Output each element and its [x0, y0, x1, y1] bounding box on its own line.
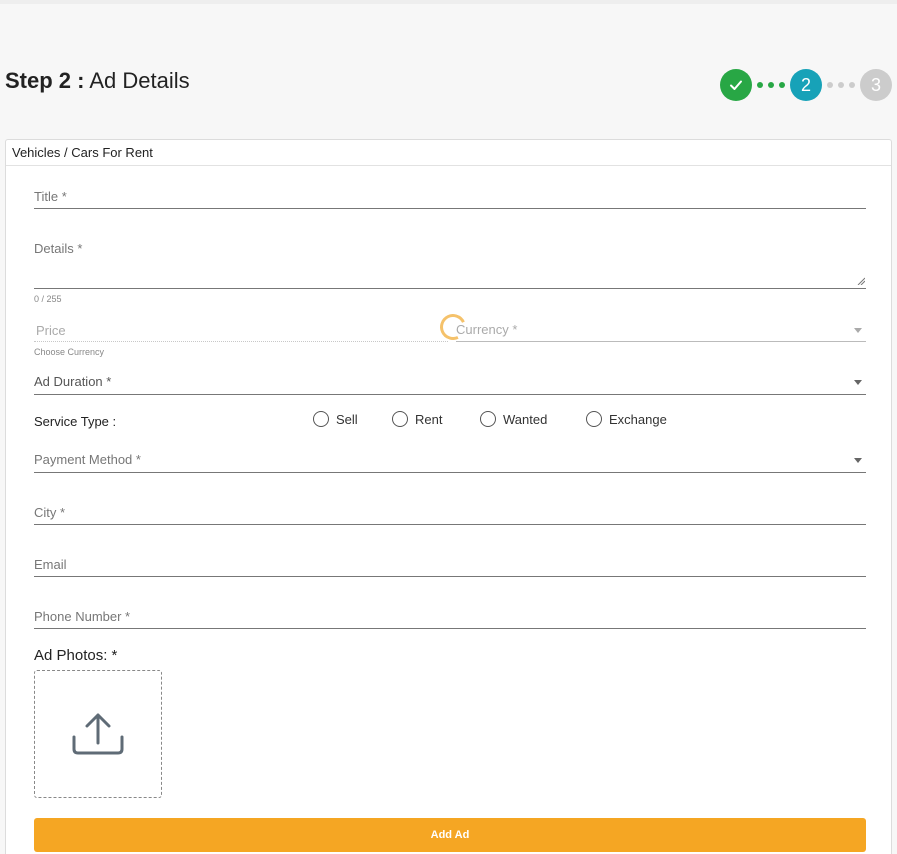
- connector-dot: [768, 82, 774, 88]
- chevron-down-icon: [854, 458, 862, 463]
- connector-dot: [779, 82, 785, 88]
- city-label: City *: [34, 505, 66, 520]
- radio-sell-label: Sell: [336, 411, 358, 427]
- step-2-active[interactable]: 2: [790, 69, 822, 101]
- title-field[interactable]: Title *: [34, 188, 866, 209]
- photo-upload-dropzone[interactable]: [34, 670, 162, 798]
- email-label: Email: [34, 557, 67, 572]
- currency-helper-text: Choose Currency: [34, 347, 105, 357]
- category-header: Vehicles / Cars For Rent: [6, 140, 891, 166]
- step-connector-2: [822, 82, 860, 88]
- radio-sell[interactable]: Sell: [313, 411, 358, 427]
- step-1-done[interactable]: [720, 69, 752, 101]
- price-input[interactable]: Price: [34, 320, 448, 342]
- details-field[interactable]: Details *: [34, 240, 866, 289]
- currency-select[interactable]: Currency *: [456, 320, 866, 342]
- radio-rent[interactable]: Rent: [392, 411, 442, 427]
- details-label: Details *: [34, 241, 83, 256]
- step-3-pending[interactable]: 3: [860, 69, 892, 101]
- phone-number-field[interactable]: Phone Number *: [34, 608, 866, 629]
- ad-details-card: Vehicles / Cars For Rent Title * Details…: [5, 139, 892, 854]
- top-bar: [0, 0, 897, 4]
- payment-method-label: Payment Method *: [34, 452, 141, 467]
- step-connector-1: [752, 82, 790, 88]
- radio-circle[interactable]: [392, 411, 408, 427]
- email-field[interactable]: Email: [34, 556, 866, 577]
- radio-circle[interactable]: [313, 411, 329, 427]
- add-ad-button[interactable]: Add Ad: [34, 818, 866, 852]
- service-type-label: Service Type :: [34, 414, 117, 429]
- step-prefix: Step 2 :: [5, 68, 85, 93]
- phone-number-label: Phone Number *: [34, 609, 131, 624]
- title-label: Title *: [34, 189, 67, 204]
- service-type-group: Service Type : Sell Rent Wanted Exchange: [34, 411, 866, 433]
- details-char-counter: 0 / 255: [34, 294, 62, 304]
- payment-method-select[interactable]: Payment Method *: [34, 451, 866, 473]
- page-title: Step 2 : Ad Details: [5, 68, 190, 94]
- connector-dot: [827, 82, 833, 88]
- ad-duration-select[interactable]: Ad Duration *: [34, 373, 866, 395]
- chevron-down-icon: [854, 380, 862, 385]
- radio-wanted[interactable]: Wanted: [480, 411, 547, 427]
- radio-rent-label: Rent: [415, 411, 443, 427]
- radio-wanted-label: Wanted: [503, 411, 548, 427]
- connector-dot: [849, 82, 855, 88]
- ad-duration-label: Ad Duration *: [34, 374, 112, 389]
- checkmark-icon: [730, 80, 742, 90]
- progress-stepper: 2 3: [720, 69, 892, 101]
- radio-exchange[interactable]: Exchange: [586, 411, 667, 427]
- radio-circle[interactable]: [586, 411, 602, 427]
- ad-photos-label: Ad Photos: *: [34, 647, 118, 664]
- connector-dot: [838, 82, 844, 88]
- city-field[interactable]: City *: [34, 504, 866, 525]
- radio-exchange-label: Exchange: [609, 411, 667, 427]
- price-placeholder: Price: [36, 323, 66, 338]
- step-title: Ad Details: [89, 68, 190, 93]
- chevron-down-icon: [854, 328, 862, 333]
- resize-handle-icon[interactable]: [857, 277, 865, 285]
- upload-icon: [72, 713, 124, 755]
- currency-label: Currency *: [456, 322, 518, 337]
- connector-dot: [757, 82, 763, 88]
- radio-circle[interactable]: [480, 411, 496, 427]
